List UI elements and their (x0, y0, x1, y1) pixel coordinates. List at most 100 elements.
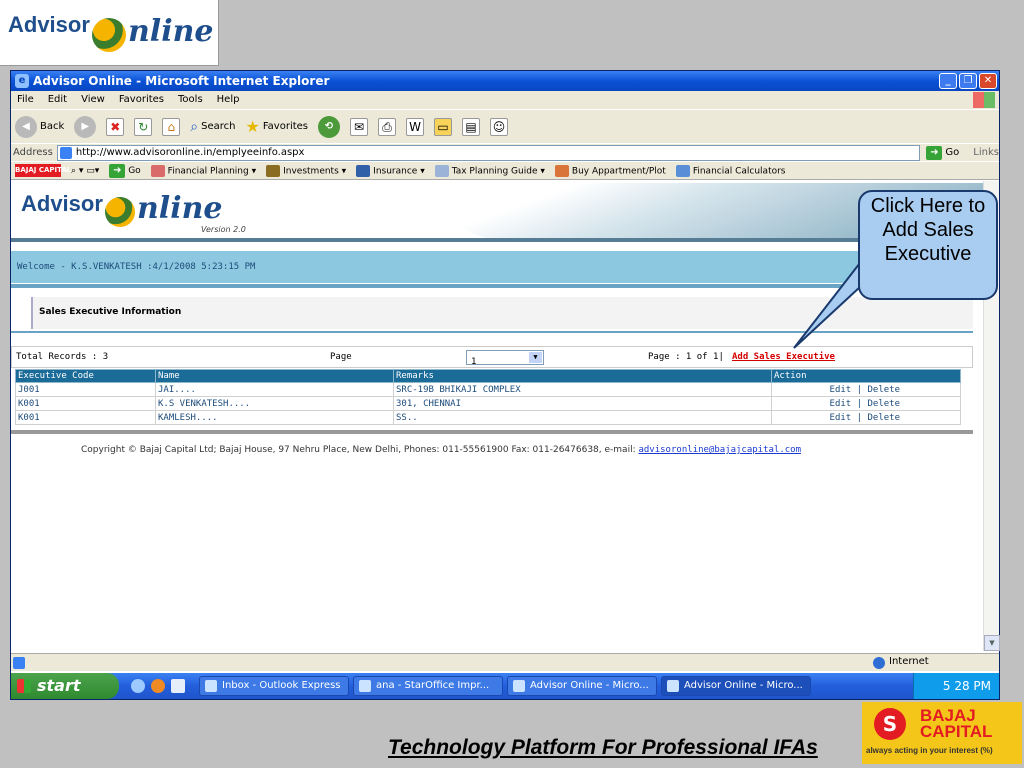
add-sales-executive-link[interactable]: Add Sales Executive (732, 352, 835, 362)
header-remarks: Remarks (393, 369, 772, 383)
search-icon: ⌕ (190, 118, 199, 135)
taskbar-item-ie-2[interactable]: Advisor Online - Micro... (661, 676, 811, 696)
page-select-value: 1 (471, 357, 477, 367)
cell-name: JAI.... (155, 382, 394, 397)
scroll-down-button[interactable]: ▼ (984, 635, 1000, 651)
taskbar-item-outlook[interactable]: Inbox - Outlook Express (199, 676, 349, 696)
chart-icon (150, 164, 165, 177)
clock[interactable]: 5 28 PM (943, 679, 991, 693)
minimize-button[interactable]: _ (939, 73, 957, 89)
restore-button[interactable]: ❐ (959, 73, 977, 89)
bajaj-s-icon: S (874, 708, 906, 740)
total-records: Total Records : 3 (16, 352, 109, 362)
taskbar: start Inbox - Outlook Express ana - Star… (11, 673, 999, 699)
internet-zone-icon (873, 657, 885, 669)
start-label: start (37, 676, 81, 695)
cell-name: K.S VENKATESH.... (155, 396, 394, 411)
cell-code: J001 (15, 382, 156, 397)
menu-file[interactable]: File (17, 91, 34, 109)
stop-button[interactable]: ✖ (106, 117, 125, 136)
page-icon (59, 146, 72, 159)
folder-button[interactable]: ▭ (434, 117, 452, 136)
site-version: Version 2.0 (201, 225, 246, 234)
menu-favorites[interactable]: Favorites (119, 91, 164, 109)
history-button[interactable]: ⟲ (318, 115, 340, 138)
address-input[interactable]: http://www.advisoronline.in/emplyeeinfo.… (56, 144, 921, 161)
menu-view[interactable]: View (81, 91, 105, 109)
callout-add-sales-executive: Click Here to Add Sales Executive (858, 190, 998, 300)
house-icon (554, 164, 569, 177)
edit-link[interactable]: Edit (830, 399, 852, 409)
go-button[interactable]: ➜ Go (926, 145, 960, 160)
email-link[interactable]: advisoronline@bajajcapital.com (638, 445, 801, 455)
standard-toolbar: ◀ Back ▶ ✖ ↻ ⌂ ⌕ Search ★ Favorites ⟲ ✉ … (11, 109, 999, 143)
insurance-link[interactable]: Insurance ▾ (356, 164, 425, 177)
globe-icon (92, 18, 126, 52)
taskbar-item-ie-1[interactable]: Advisor Online - Micro... (507, 676, 657, 696)
financial-planning-link[interactable]: Financial Planning ▾ (150, 164, 256, 177)
cell-action: Edit | Delete (771, 382, 961, 397)
back-button[interactable]: ◀ Back (15, 115, 65, 138)
favorites-button[interactable]: ★ Favorites (245, 117, 308, 136)
page-select[interactable]: 1 ▼ (466, 350, 544, 367)
menu-tools[interactable]: Tools (178, 91, 203, 109)
search-button[interactable]: ⌕ Search (190, 119, 235, 135)
cell-remarks: SRC-19B BHIKAJI COMPLEX (393, 382, 772, 397)
investments-link[interactable]: Investments ▾ (266, 164, 346, 177)
tax-planning-link[interactable]: Tax Planning Guide ▾ (434, 164, 545, 177)
go-label: Go (945, 147, 960, 158)
site-header: Advisor nline Version 2.0 (11, 181, 983, 243)
forward-button[interactable]: ▶ (74, 115, 97, 138)
title-bar[interactable]: e Advisor Online - Microsoft Internet Ex… (11, 71, 999, 91)
financial-calculators-link[interactable]: Financial Calculators (675, 164, 786, 177)
cell-action: Edit | Delete (771, 410, 961, 425)
logo-online-text: nline (128, 14, 214, 49)
cell-remarks: 301, CHENNAI (393, 396, 772, 411)
table-bottom-divider (11, 430, 973, 434)
header-executive-code: Executive Code (15, 369, 156, 383)
desktop-quicklaunch-icon[interactable] (171, 679, 185, 693)
ie-icon: e (15, 74, 29, 88)
table-row: J001 JAI.... SRC-19B BHIKAJI COMPLEX Edi… (15, 382, 961, 397)
investments-label: Investments (283, 166, 339, 176)
refresh-button[interactable]: ↻ (134, 117, 153, 136)
delete-link[interactable]: Delete (867, 385, 900, 395)
research-button[interactable]: ▤ (462, 117, 480, 136)
links-label[interactable]: Links (973, 147, 999, 158)
mail-button[interactable]: ✉ (350, 117, 368, 136)
address-url: http://www.advisoronline.in/emplyeeinfo.… (75, 146, 305, 158)
delete-link[interactable]: Delete (867, 413, 900, 423)
page-of-text: Page : 1 of 1| (648, 352, 724, 362)
windows-flag-icon (17, 679, 31, 693)
home-button[interactable]: ⌂ (162, 117, 181, 136)
delete-link[interactable]: Delete (867, 399, 900, 409)
messenger-button[interactable]: ☺ (490, 117, 508, 136)
menu-edit[interactable]: Edit (48, 91, 67, 109)
ie-quicklaunch-icon[interactable] (131, 679, 145, 693)
firefox-quicklaunch-icon[interactable] (151, 679, 165, 693)
site-logo-advisor: Advisor (21, 191, 103, 216)
financial-calculators-label: Financial Calculators (692, 166, 786, 176)
status-page-icon (13, 657, 25, 669)
back-label: Back (40, 121, 65, 132)
edit-link[interactable]: Edit (830, 413, 852, 423)
bajaj-capital-toolbar-logo[interactable]: BAJAJ CAPITAL (15, 164, 71, 177)
menu-help[interactable]: Help (217, 91, 240, 109)
bajaj-line2: CAPITAL (920, 722, 993, 741)
print-button[interactable]: ⎙ (378, 117, 396, 136)
edit-link[interactable]: Edit (830, 385, 852, 395)
toolbar-search-dropdown[interactable]: ⌕ ▾ ▭▾ (71, 166, 99, 176)
financial-planning-label: Financial Planning (167, 166, 249, 176)
favorites-label: Favorites (262, 121, 308, 132)
page-label: Page (330, 352, 352, 362)
edit-word-button[interactable]: W (406, 117, 424, 136)
taskbar-item-staroffice[interactable]: ana - StarOffice Impr... (353, 676, 503, 696)
cell-name: KAMLESH.... (155, 410, 394, 425)
address-bar: Address http://www.advisoronline.in/empl… (11, 143, 999, 161)
close-button[interactable]: ✕ (979, 73, 997, 89)
toolbar-go-button[interactable]: ➜ Go (109, 163, 141, 178)
start-button[interactable]: start (11, 673, 119, 699)
buy-apartment-link[interactable]: Buy Appartment/Plot (554, 164, 666, 177)
advisor-online-logo: Advisor nline (0, 0, 219, 66)
header-action: Action (771, 369, 961, 383)
